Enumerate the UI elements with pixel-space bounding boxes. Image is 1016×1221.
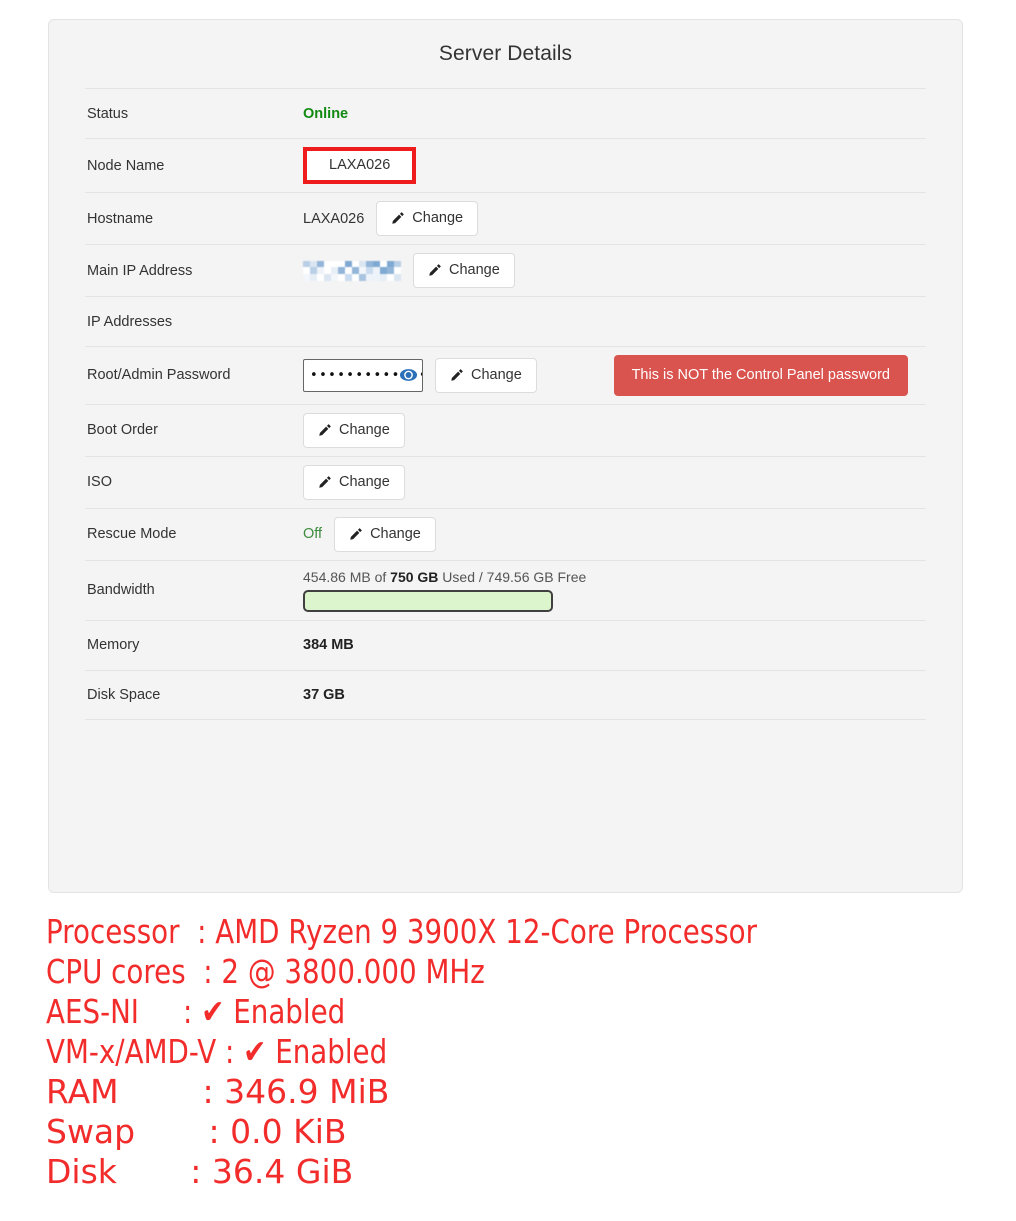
node-name-highlight-box: LAXA026 [303,147,416,184]
pencil-icon [317,423,332,438]
row-value-ip-addresses [303,312,926,332]
rescue-mode-state: Off [303,526,322,542]
change-boot-order-button[interactable]: Change [303,413,405,448]
console-line-swap: Swap : 0.0 KiB [46,1112,986,1152]
bandwidth-used: 454.86 MB of [303,569,390,585]
console-line-cpu-cores: CPU cores : 2 @ 3800.000 MHz [46,952,836,992]
hostname-value: LAXA026 [303,211,364,227]
row-root-password: Root/Admin Password ••••••••••••••••• [85,346,926,404]
row-label-boot-order: Boot Order [85,422,303,438]
row-label-bandwidth: Bandwidth [85,582,303,598]
reveal-password-eye-icon[interactable] [399,366,418,385]
system-info-annotation: Processor : AMD Ryzen 9 3900X 12-Core Pr… [46,912,986,1192]
console-line-processor: Processor : AMD Ryzen 9 3900X 12-Core Pr… [46,912,836,952]
row-label-iso: ISO [85,474,303,490]
bandwidth-usage: 454.86 MB of 750 GB Used / 749.56 GB Fre… [303,569,586,612]
row-value-disk-space: 37 GB [303,685,926,705]
bandwidth-total: 750 GB [390,569,438,585]
details-table: Status Online Node Name LAXA026 Hostname… [85,88,926,720]
bandwidth-free: Used / 749.56 GB Free [438,569,586,585]
redacted-ip-address [303,261,401,281]
bandwidth-usage-text: 454.86 MB of 750 GB Used / 749.56 GB Fre… [303,569,586,585]
row-value-bandwidth: 454.86 MB of 750 GB Used / 749.56 GB Fre… [303,569,926,612]
row-value-iso: Change [303,465,926,500]
pencil-icon [427,263,442,278]
console-line-aes-ni: AES-NI : ✔ Enabled [46,992,836,1032]
row-label-hostname: Hostname [85,211,303,227]
row-label-rescue-mode: Rescue Mode [85,526,303,542]
change-iso-label: Change [339,475,390,490]
memory-value: 384 MB [303,637,354,653]
row-rescue-mode: Rescue Mode Off Change [85,508,926,560]
server-details-page: Server Details Status Online Node Name L… [0,0,1016,1221]
console-line-disk: Disk : 36.4 GiB [46,1152,986,1192]
row-memory: Memory 384 MB [85,620,926,670]
change-root-password-label: Change [471,368,522,383]
row-value-status: Online [303,104,926,124]
root-password-field[interactable]: ••••••••••••••••• [303,359,423,392]
row-label-root-password: Root/Admin Password [85,367,303,383]
row-value-root-password: ••••••••••••••••• [303,355,926,396]
console-line-ram: RAM : 346.9 MiB [46,1072,986,1112]
change-main-ip-label: Change [449,263,500,278]
status-badge: Online [303,106,348,122]
row-ip-addresses: IP Addresses [85,296,926,346]
pencil-icon [317,475,332,490]
pencil-icon [348,527,363,542]
change-main-ip-button[interactable]: Change [413,253,515,288]
row-value-node-name: LAXA026 [303,147,926,184]
change-boot-order-label: Change [339,423,390,438]
row-bandwidth: Bandwidth 454.86 MB of 750 GB Used / 749… [85,560,926,620]
row-hostname: Hostname LAXA026 Change [85,192,926,244]
row-disk-space: Disk Space 37 GB [85,670,926,720]
pencil-icon [449,368,464,383]
row-value-rescue-mode: Off Change [303,517,926,552]
row-label-main-ip: Main IP Address [85,263,303,279]
change-hostname-button[interactable]: Change [376,201,478,236]
pencil-icon [390,211,405,226]
row-label-ip-addresses: IP Addresses [85,314,303,330]
server-details-panel: Server Details Status Online Node Name L… [48,19,963,893]
row-label-memory: Memory [85,637,303,653]
row-value-main-ip: Change [303,253,926,288]
page-title: Server Details [49,20,962,88]
row-label-disk-space: Disk Space [85,687,303,703]
row-value-hostname: LAXA026 Change [303,201,926,236]
row-main-ip: Main IP Address Change [85,244,926,296]
row-value-memory: 384 MB [303,635,926,655]
change-iso-button[interactable]: Change [303,465,405,500]
row-status: Status Online [85,88,926,138]
row-label-status: Status [85,106,303,122]
row-value-boot-order: Change [303,413,926,448]
change-rescue-mode-label: Change [370,527,421,542]
disk-space-value: 37 GB [303,687,345,703]
change-rescue-mode-button[interactable]: Change [334,517,436,552]
row-iso: ISO Change [85,456,926,508]
row-boot-order: Boot Order Change [85,404,926,456]
bandwidth-progress-bar [303,590,553,612]
password-warning-badge: This is NOT the Control Panel password [614,355,908,396]
row-label-node-name: Node Name [85,158,303,174]
change-root-password-button[interactable]: Change [435,358,537,393]
row-node-name: Node Name LAXA026 [85,138,926,192]
change-hostname-label: Change [412,211,463,226]
console-line-vmx-amdv: VM-x/AMD-V : ✔ Enabled [46,1032,836,1072]
